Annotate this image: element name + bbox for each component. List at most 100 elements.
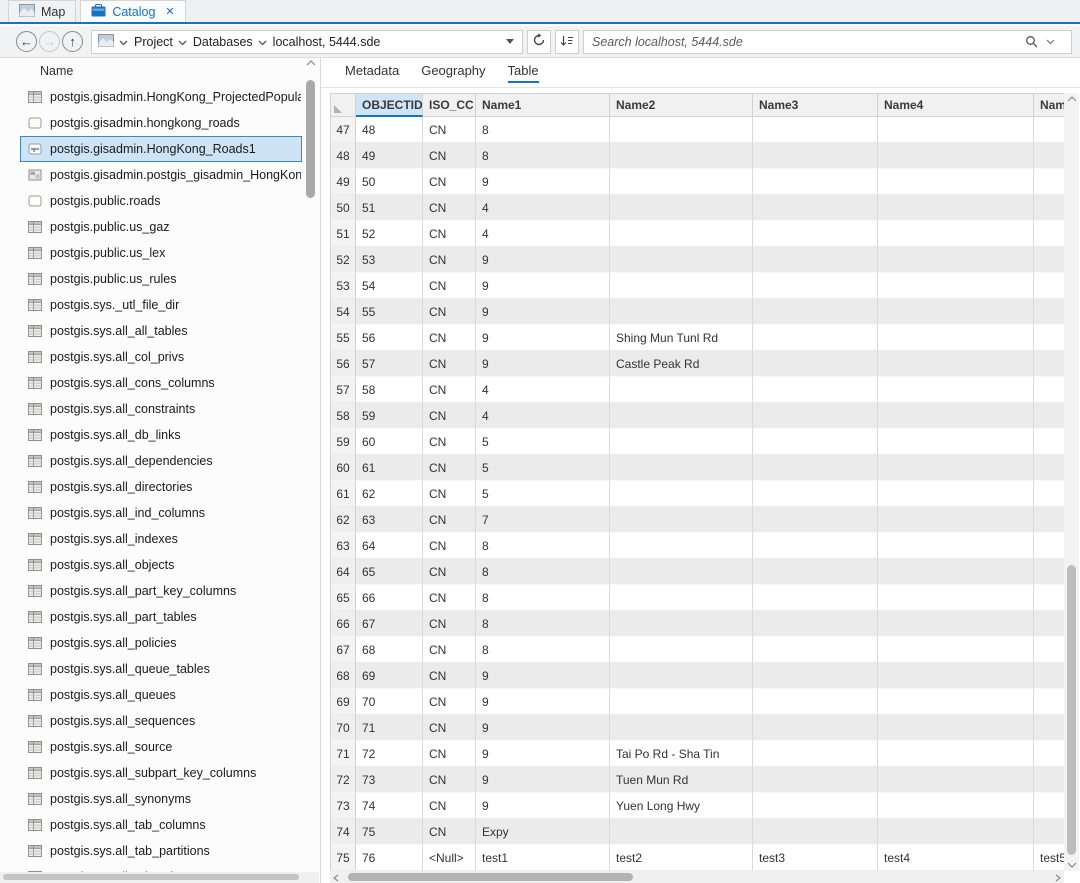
table-cell[interactable]: 9 — [476, 767, 610, 793]
table-cell[interactable] — [753, 299, 878, 325]
table-cell[interactable] — [610, 195, 753, 221]
tab-catalog[interactable]: Catalog ✕ — [80, 0, 185, 22]
table-cell[interactable] — [1034, 559, 1064, 585]
table-row[interactable]: 6566CN8 — [330, 585, 1064, 611]
table-cell[interactable]: 74 — [356, 793, 423, 819]
location-dropdown-icon[interactable] — [506, 39, 514, 44]
table-cell[interactable]: 48 — [356, 117, 423, 143]
table-cell[interactable] — [753, 247, 878, 273]
scroll-down-icon[interactable] — [1067, 862, 1077, 868]
table-cell[interactable]: CN — [423, 143, 476, 169]
table-cell[interactable] — [1034, 507, 1064, 533]
table-cell[interactable]: CN — [423, 819, 476, 845]
table-cell[interactable]: 67 — [356, 611, 423, 637]
table-cell[interactable] — [753, 559, 878, 585]
table-cell[interactable]: 8 — [476, 611, 610, 637]
table-cell[interactable] — [878, 533, 1034, 559]
tree-item[interactable]: postgis.sys.all_tab_columns — [20, 812, 302, 838]
table-cell[interactable]: 63 — [356, 507, 423, 533]
table-cell[interactable]: CN — [423, 533, 476, 559]
table-cell[interactable]: 64 — [356, 533, 423, 559]
breadcrumb-databases[interactable]: Databases — [193, 35, 267, 49]
tree-item[interactable]: postgis.public.roads — [20, 188, 302, 214]
table-cell[interactable] — [878, 117, 1034, 143]
table-cell[interactable] — [753, 377, 878, 403]
table-row[interactable]: 5758CN4 — [330, 377, 1064, 403]
table-cell[interactable]: CN — [423, 195, 476, 221]
table-cell[interactable]: 8 — [476, 143, 610, 169]
row-number-cell[interactable]: 54 — [330, 299, 356, 325]
table-cell[interactable]: 9 — [476, 663, 610, 689]
table-cell[interactable] — [610, 273, 753, 299]
table-cell[interactable] — [610, 819, 753, 845]
tree-item[interactable]: postgis.sys.all_ind_columns — [20, 500, 302, 526]
table-cell[interactable]: 9 — [476, 351, 610, 377]
table-row[interactable]: 4748CN8 — [330, 117, 1064, 143]
row-number-cell[interactable]: 55 — [330, 325, 356, 351]
table-cell[interactable]: 9 — [476, 273, 610, 299]
table-cell[interactable] — [878, 351, 1034, 377]
table-cell[interactable]: 61 — [356, 455, 423, 481]
table-cell[interactable]: 4 — [476, 195, 610, 221]
table-cell[interactable]: 53 — [356, 247, 423, 273]
table-cell[interactable] — [1034, 273, 1064, 299]
table-cell[interactable]: 8 — [476, 533, 610, 559]
table-cell[interactable]: CN — [423, 663, 476, 689]
table-row[interactable]: 7475CNExpy — [330, 819, 1064, 845]
table-cell[interactable] — [1034, 611, 1064, 637]
table-cell[interactable] — [753, 143, 878, 169]
row-number-cell[interactable]: 49 — [330, 169, 356, 195]
table-cell[interactable] — [753, 585, 878, 611]
table-vscrollbar-thumb[interactable] — [1067, 565, 1076, 855]
scroll-up-icon[interactable] — [306, 60, 316, 66]
table-cell[interactable]: CN — [423, 377, 476, 403]
table-cell[interactable]: CN — [423, 325, 476, 351]
tree-item[interactable]: postgis.sys.all_indexes — [20, 526, 302, 552]
tree-scrollbar-thumb[interactable] — [306, 80, 315, 198]
table-cell[interactable] — [753, 195, 878, 221]
scroll-up-icon[interactable] — [1067, 96, 1077, 102]
table-cell[interactable] — [753, 767, 878, 793]
scroll-right-icon[interactable] — [1055, 874, 1061, 882]
table-cell[interactable] — [878, 767, 1034, 793]
table-cell[interactable] — [1034, 767, 1064, 793]
table-cell[interactable] — [753, 611, 878, 637]
table-cell[interactable]: 76 — [356, 845, 423, 871]
table-row[interactable]: 6364CN8 — [330, 533, 1064, 559]
tab-metadata[interactable]: Metadata — [345, 63, 399, 83]
table-cell[interactable]: 66 — [356, 585, 423, 611]
table-cell[interactable]: CN — [423, 403, 476, 429]
table-cell[interactable] — [878, 403, 1034, 429]
table-cell[interactable] — [878, 793, 1034, 819]
tree-item[interactable]: postgis.sys.all_directories — [20, 474, 302, 500]
table-cell[interactable]: 50 — [356, 169, 423, 195]
location-root[interactable] — [98, 34, 128, 50]
table-cell[interactable]: 72 — [356, 741, 423, 767]
tree-item[interactable]: postgis.sys._utl_file_dir — [20, 292, 302, 318]
column-header[interactable]: Name5 — [1034, 93, 1064, 117]
table-cell[interactable]: CN — [423, 117, 476, 143]
table-cell[interactable]: 58 — [356, 377, 423, 403]
refresh-button[interactable] — [527, 30, 551, 54]
table-cell[interactable] — [1034, 221, 1064, 247]
table-cell[interactable] — [610, 585, 753, 611]
table-cell[interactable]: CN — [423, 299, 476, 325]
table-cell[interactable]: 9 — [476, 741, 610, 767]
tree-hscrollbar-thumb[interactable] — [3, 874, 299, 880]
table-cell[interactable] — [878, 611, 1034, 637]
location-bar[interactable]: Project Databases localhost, 5444.sde — [91, 30, 523, 54]
table-cell[interactable] — [878, 221, 1034, 247]
table-horizontal-scrollbar[interactable] — [330, 871, 1064, 883]
table-cell[interactable] — [610, 611, 753, 637]
table-cell[interactable]: test4 — [878, 845, 1034, 871]
table-cell[interactable] — [610, 481, 753, 507]
column-header[interactable]: Name2 — [610, 93, 753, 117]
table-cell[interactable] — [878, 741, 1034, 767]
table-cell[interactable] — [753, 533, 878, 559]
table-cell[interactable]: 71 — [356, 715, 423, 741]
table-cell[interactable] — [1034, 715, 1064, 741]
tree-item[interactable]: postgis.sys.all_queues — [20, 682, 302, 708]
tree-item[interactable]: postgis.sys.all_subpart_key_columns — [20, 760, 302, 786]
sort-button[interactable] — [555, 30, 579, 54]
row-number-cell[interactable]: 61 — [330, 481, 356, 507]
